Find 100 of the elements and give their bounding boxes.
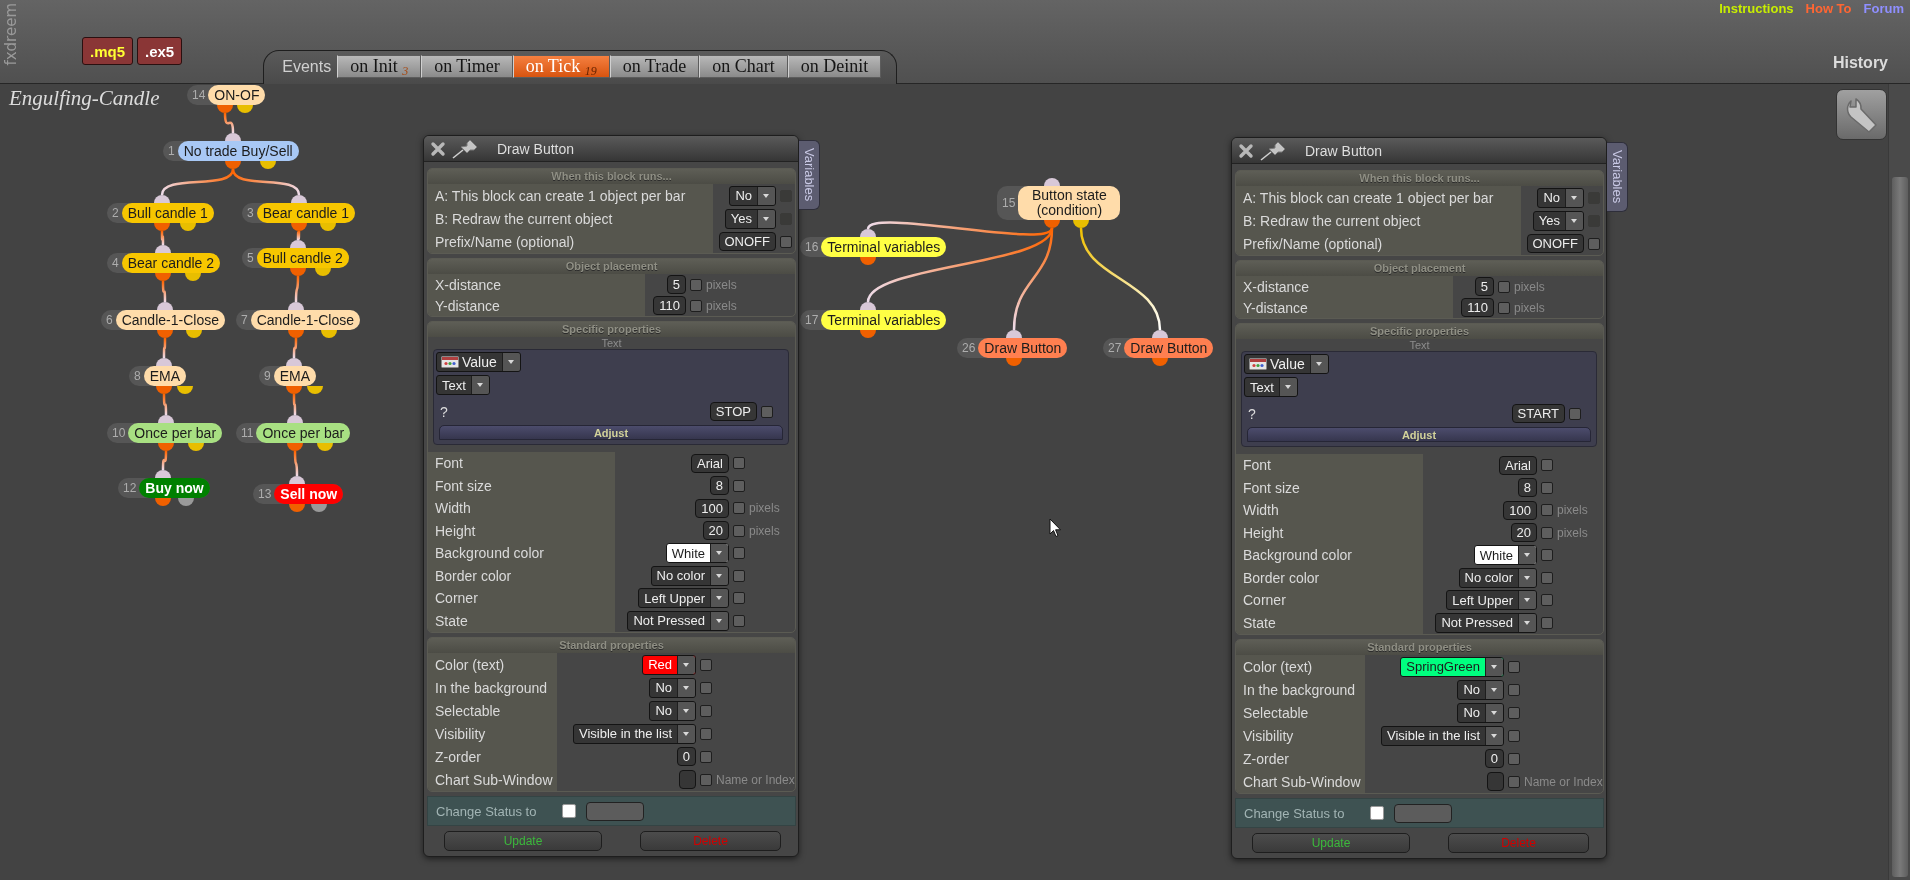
- text-field[interactable]: [679, 770, 696, 789]
- tools-button[interactable]: [1836, 89, 1887, 140]
- event-tab[interactable]: on Init $_{3}$: [337, 55, 422, 78]
- output-port-icon[interactable]: [178, 498, 194, 506]
- output-port-icon[interactable]: [225, 161, 241, 169]
- input-port-icon[interactable]: [289, 476, 305, 484]
- dropdown[interactable]: SpringGreen: [1400, 656, 1504, 677]
- event-tab[interactable]: on Timer: [421, 55, 513, 78]
- pushpin-icon[interactable]: [452, 138, 478, 159]
- checkbox[interactable]: [733, 547, 745, 560]
- checkbox[interactable]: [1541, 504, 1553, 517]
- checkbox[interactable]: [733, 479, 745, 492]
- dropdown[interactable]: Value: [436, 352, 521, 372]
- checkbox[interactable]: [1541, 459, 1553, 472]
- flow-node[interactable]: 10 Once per bar: [107, 423, 223, 443]
- output-port-icon[interactable]: [180, 223, 196, 231]
- pushpin-icon[interactable]: [1260, 140, 1286, 161]
- input-port-icon[interactable]: [1044, 178, 1060, 186]
- update-button[interactable]: Update: [444, 831, 602, 851]
- flow-node[interactable]: 13 Sell now: [253, 484, 344, 504]
- input-port-icon[interactable]: [156, 358, 172, 366]
- checkbox[interactable]: [1569, 407, 1581, 420]
- flow-node[interactable]: 4 Bear candle 2: [107, 253, 221, 273]
- flow-node[interactable]: 26 Draw Button: [957, 338, 1068, 358]
- variables-tab[interactable]: Variables: [1607, 142, 1628, 212]
- checkbox[interactable]: [761, 405, 773, 418]
- checkbox[interactable]: [733, 457, 745, 470]
- text-field[interactable]: 20: [1510, 523, 1537, 543]
- checkbox[interactable]: [1508, 775, 1520, 788]
- text-field[interactable]: 100: [1503, 500, 1537, 520]
- checkbox[interactable]: [1370, 806, 1384, 820]
- dropdown[interactable]: Red: [642, 654, 696, 675]
- adjust-button[interactable]: Adjust: [1247, 427, 1591, 442]
- checkbox[interactable]: [1498, 301, 1510, 314]
- checkbox[interactable]: [1498, 280, 1510, 293]
- output-port-icon[interactable]: [286, 386, 302, 394]
- input-port-icon[interactable]: [860, 302, 876, 310]
- dropdown[interactable]: No color: [1458, 567, 1537, 588]
- output-port-icon[interactable]: [291, 223, 307, 231]
- output-port-icon[interactable]: [311, 504, 327, 512]
- checkbox[interactable]: [1588, 237, 1600, 250]
- checkbox[interactable]: [1508, 683, 1520, 696]
- checkbox[interactable]: [780, 235, 792, 248]
- input-port-icon[interactable]: [155, 245, 171, 253]
- checkbox[interactable]: [1541, 526, 1553, 539]
- checkbox[interactable]: [700, 658, 712, 671]
- adjust-button[interactable]: Adjust: [439, 425, 783, 440]
- text-field[interactable]: ONOFF: [1526, 234, 1584, 253]
- flow-node[interactable]: 6 Candle-1-Close: [101, 310, 225, 330]
- input-port-icon[interactable]: [155, 470, 171, 478]
- text-field[interactable]: STOP: [709, 402, 757, 421]
- help-link[interactable]: Instructions: [1719, 1, 1794, 16]
- checkbox[interactable]: [1541, 481, 1553, 494]
- dropdown[interactable]: No: [649, 700, 696, 721]
- close-icon[interactable]: [430, 140, 446, 157]
- dropdown[interactable]: No: [1457, 679, 1504, 700]
- export-button[interactable]: .ex5: [137, 37, 183, 65]
- output-port-icon[interactable]: [1073, 220, 1089, 228]
- checkbox[interactable]: [1508, 706, 1520, 719]
- input-port-icon[interactable]: [860, 229, 876, 237]
- output-port-icon[interactable]: [315, 268, 331, 276]
- output-port-icon[interactable]: [155, 273, 171, 281]
- input-port-icon[interactable]: [287, 415, 303, 423]
- checkbox[interactable]: [733, 502, 745, 515]
- input-port-icon[interactable]: [1152, 330, 1168, 338]
- dropdown[interactable]: Visible in the list: [1381, 725, 1504, 746]
- text-field[interactable]: 8: [1517, 478, 1537, 498]
- text-field[interactable]: 5: [666, 275, 686, 294]
- export-button[interactable]: .mq5: [82, 37, 133, 65]
- output-port-icon[interactable]: [157, 330, 173, 338]
- output-port-icon[interactable]: [156, 386, 172, 394]
- dropdown[interactable]: No: [1457, 702, 1504, 723]
- dropdown[interactable]: Value: [1244, 354, 1329, 374]
- output-port-icon[interactable]: [288, 330, 304, 338]
- checkbox[interactable]: [1541, 616, 1553, 629]
- input-port-icon[interactable]: [157, 302, 173, 310]
- scrollbar-track[interactable]: [1888, 84, 1910, 880]
- output-port-icon[interactable]: [237, 105, 253, 113]
- text-field[interactable]: Arial: [1499, 455, 1537, 475]
- input-port-icon[interactable]: [154, 195, 170, 203]
- flow-node[interactable]: 2 Bull candle 1: [107, 203, 214, 223]
- checkbox[interactable]: [1541, 549, 1553, 562]
- status-input-field[interactable]: [1394, 803, 1452, 823]
- update-button[interactable]: Update: [1252, 833, 1410, 853]
- input-port-icon[interactable]: [291, 195, 307, 203]
- output-port-icon[interactable]: [1006, 358, 1022, 366]
- flow-node[interactable]: 1 No trade Buy/Sell: [163, 141, 299, 161]
- dropdown[interactable]: Left Upper: [638, 588, 729, 609]
- event-tab[interactable]: on Trade: [609, 55, 700, 78]
- checkbox[interactable]: [690, 278, 702, 291]
- flow-node[interactable]: 5 Bull candle 2: [242, 248, 349, 268]
- text-field[interactable]: START: [1511, 404, 1565, 423]
- output-port-icon[interactable]: [317, 443, 333, 451]
- status-input-field[interactable]: [586, 801, 644, 821]
- checkbox[interactable]: [700, 727, 712, 740]
- dropdown[interactable]: No color: [650, 565, 729, 586]
- checkbox[interactable]: [700, 704, 712, 717]
- flow-node[interactable]: 16 Terminal variables: [800, 237, 947, 257]
- output-port-icon[interactable]: [307, 386, 323, 394]
- flow-node[interactable]: 17 Terminal variables: [800, 310, 947, 330]
